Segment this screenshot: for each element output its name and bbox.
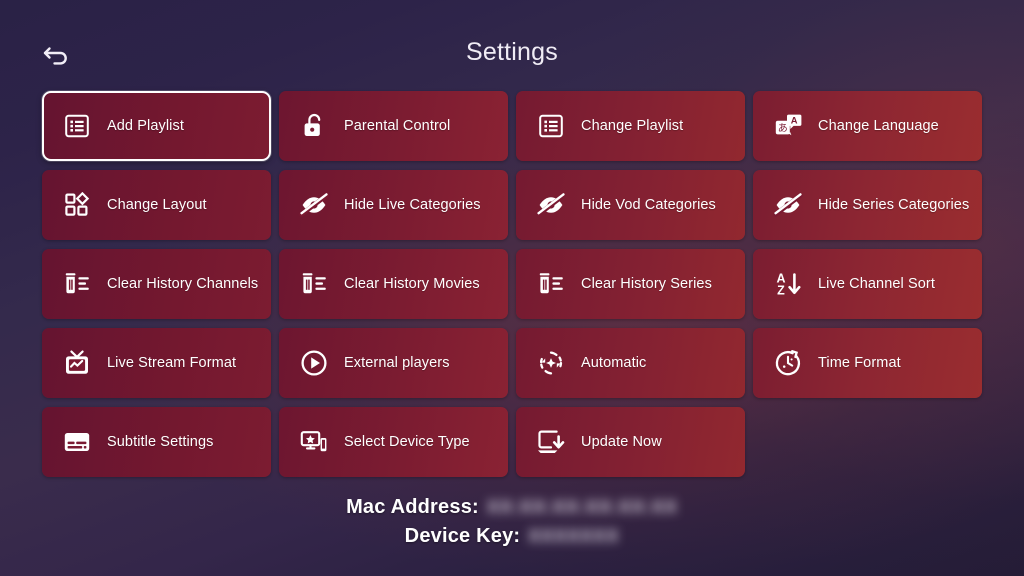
play-circle-icon xyxy=(299,348,329,378)
eye-off-icon xyxy=(536,190,566,220)
tile-clear-history-series[interactable]: Clear History Series xyxy=(516,249,745,319)
tile-time-format[interactable]: Time Format xyxy=(753,328,982,398)
eye-off-icon xyxy=(773,190,803,220)
tile-label: Hide Vod Categories xyxy=(581,196,716,213)
tile-label: Change Layout xyxy=(107,196,207,213)
subtitle-icon xyxy=(62,427,92,457)
tile-label: Clear History Movies xyxy=(344,275,480,292)
svg-text:Z: Z xyxy=(777,284,785,298)
mac-address-row: Mac Address: XX:XX:XX:XX:XX:XX xyxy=(0,493,1024,522)
sort-alpha-down-icon: AZ xyxy=(773,269,803,299)
tile-label: Select Device Type xyxy=(344,433,470,450)
tile-live-stream-format[interactable]: Live Stream Format xyxy=(42,328,271,398)
tile-clear-history-channels[interactable]: Clear History Channels xyxy=(42,249,271,319)
tile-label: Automatic xyxy=(581,354,647,371)
tile-add-playlist[interactable]: Add Playlist xyxy=(42,91,271,161)
device-info: Mac Address: XX:XX:XX:XX:XX:XX Device Ke… xyxy=(0,493,1024,551)
playlist-list-icon xyxy=(536,111,566,141)
tile-label: Subtitle Settings xyxy=(107,433,214,450)
tile-automatic[interactable]: Automatic xyxy=(516,328,745,398)
device-key-label: Device Key: xyxy=(404,524,521,547)
tv-icon xyxy=(62,348,92,378)
auto-refresh-icon xyxy=(536,348,566,378)
device-key-value: XXXXXXX xyxy=(528,525,620,546)
svg-text:A: A xyxy=(791,115,798,126)
mac-address-value: XX:XX:XX:XX:XX:XX xyxy=(486,496,678,517)
header: Settings xyxy=(0,0,1024,88)
translate-icon: あA xyxy=(773,111,803,141)
tile-change-language[interactable]: あ A Change Language xyxy=(753,91,982,161)
devices-star-icon xyxy=(299,427,329,457)
tile-label: Change Language xyxy=(818,117,939,134)
device-key-row: Device Key: XXXXXXX xyxy=(0,522,1024,551)
page-title: Settings xyxy=(466,38,558,66)
tile-change-playlist[interactable]: Change Playlist xyxy=(516,91,745,161)
open-padlock-icon xyxy=(299,111,329,141)
tile-label: Change Playlist xyxy=(581,117,684,134)
tile-select-device-type[interactable]: Select Device Type xyxy=(279,407,508,477)
timer-icon xyxy=(773,348,803,378)
tile-label: Add Playlist xyxy=(107,117,184,134)
tile-label: Live Channel Sort xyxy=(818,275,935,292)
grid-layout-icon xyxy=(62,190,92,220)
tile-subtitle-settings[interactable]: Subtitle Settings xyxy=(42,407,271,477)
trash-list-icon xyxy=(536,269,566,299)
tile-label: Update Now xyxy=(581,433,662,450)
download-install-icon xyxy=(536,427,566,457)
settings-grid: Add Playlist Parental Control Change Playl… xyxy=(42,91,982,477)
svg-text:あ: あ xyxy=(778,122,788,134)
tile-label: External players xyxy=(344,354,450,371)
tile-label: Live Stream Format xyxy=(107,354,237,371)
tile-label: Time Format xyxy=(818,354,901,371)
trash-list-icon xyxy=(299,269,329,299)
tile-hide-series-categories[interactable]: Hide Series Categories xyxy=(753,170,982,240)
playlist-list-icon xyxy=(62,111,92,141)
eye-off-icon xyxy=(299,190,329,220)
tile-update-now[interactable]: Update Now xyxy=(516,407,745,477)
tile-label: Clear History Channels xyxy=(107,275,259,292)
tile-live-channel-sort[interactable]: A Z Live Channel Sort xyxy=(753,249,982,319)
tile-external-players[interactable]: External players xyxy=(279,328,508,398)
tile-hide-vod-categories[interactable]: Hide Vod Categories xyxy=(516,170,745,240)
tile-label: Clear History Series xyxy=(581,275,712,292)
trash-list-icon xyxy=(62,269,92,299)
tile-label: Hide Live Categories xyxy=(344,196,481,213)
mac-address-label: Mac Address: xyxy=(346,495,479,518)
tile-parental-control[interactable]: Parental Control xyxy=(279,91,508,161)
tile-label: Parental Control xyxy=(344,117,451,134)
tile-hide-live-categories[interactable]: Hide Live Categories xyxy=(279,170,508,240)
tile-clear-history-movies[interactable]: Clear History Movies xyxy=(279,249,508,319)
tile-change-layout[interactable]: Change Layout xyxy=(42,170,271,240)
settings-screen: Settings Add Playlist Parental Control Cha… xyxy=(0,0,1024,576)
tile-label: Hide Series Categories xyxy=(818,196,970,213)
